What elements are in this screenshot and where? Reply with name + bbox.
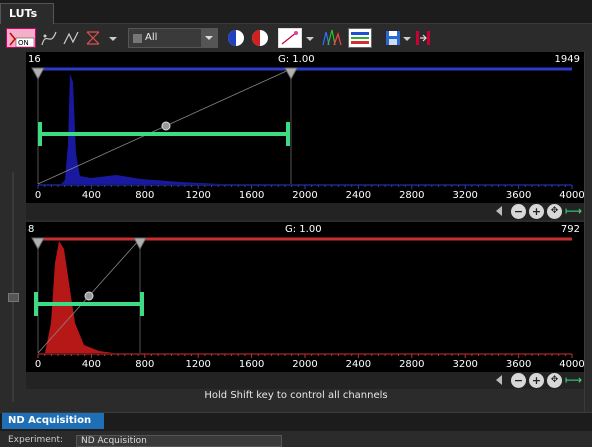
histogram-area — [45, 241, 114, 353]
linear-tool-button[interactable] — [62, 28, 80, 48]
max-handle-icon — [284, 67, 298, 81]
pan-icon[interactable]: ✥ — [547, 204, 562, 219]
reset-lut-icon — [86, 31, 100, 45]
tab-nd-acquisition[interactable]: ND Acquisition — [2, 413, 104, 429]
pan-icon[interactable]: ✥ — [547, 373, 562, 388]
x-tick-label: 800 — [135, 359, 154, 370]
zoom-out-icon[interactable]: − — [511, 204, 526, 219]
x-tick-label: 400 — [82, 359, 101, 370]
auto-scale-button[interactable] — [348, 28, 372, 48]
chevron-down-icon — [201, 29, 217, 47]
fit-width-icon[interactable]: ⟼ — [565, 373, 582, 388]
x-tick-label: 1200 — [185, 359, 210, 370]
splitter-track — [12, 172, 14, 402]
lut-on-toggle-button[interactable]: ON — [6, 28, 36, 48]
x-tick-label: 4000 — [559, 359, 584, 370]
nd-row: Experiment: ND Acquisition — [0, 431, 592, 447]
histogram-button[interactable] — [320, 28, 344, 48]
color-mode-button[interactable] — [226, 28, 246, 48]
fit-range-button[interactable] — [414, 28, 432, 48]
tab-luts[interactable]: LUTs — [0, 3, 54, 24]
splitter-handle[interactable] — [8, 293, 19, 302]
polyline-icon — [63, 31, 79, 45]
chevron-down-icon — [109, 37, 117, 41]
red-circle-icon — [252, 30, 268, 46]
toolbar: ON All — [0, 24, 592, 52]
reset-tool-button[interactable] — [84, 28, 102, 48]
lut-curve-dropdown[interactable] — [304, 28, 316, 48]
left-splitter — [0, 52, 25, 412]
gamma-label: G: 1.00 — [278, 54, 315, 65]
mono-mode-button[interactable] — [250, 28, 270, 48]
min-value-label: 16 — [28, 54, 41, 65]
lut-histogram-panel-2[interactable]: 0 400 800 1200 1600 2000 2400 2800 3200 3600 4000 … — [26, 222, 584, 372]
zoom-out-icon[interactable]: − — [511, 373, 526, 388]
gamma-knob — [84, 291, 94, 301]
histogram-icon — [322, 29, 342, 46]
x-tick-label: 3600 — [506, 359, 531, 370]
lut-curve-button[interactable] — [278, 28, 302, 48]
min-handle-icon — [31, 237, 45, 251]
x-tick-label: 2800 — [399, 359, 424, 370]
channel-select-value: All — [145, 32, 158, 43]
channel-select-icon — [133, 34, 142, 43]
save-lut-dropdown[interactable] — [402, 28, 412, 48]
tab-bar: LUTs — [0, 0, 592, 24]
x-tick-label: 3200 — [452, 190, 477, 201]
lut-on-icon: ON — [9, 32, 35, 48]
shift-hint: Hold Shift key to control all channels — [204, 390, 388, 401]
max-value-label: 792 — [560, 224, 580, 235]
x-tick-label: 400 — [82, 190, 101, 201]
x-tick-label: 0 — [35, 359, 41, 370]
fit-width-icon[interactable]: ⟼ — [565, 204, 582, 219]
auto-scale-icon — [351, 32, 369, 44]
x-tick-label: 3200 — [452, 359, 477, 370]
nd-acquisition-panel: ND Acquisition Experiment: ND Acquisitio… — [0, 412, 592, 447]
chevron-down-icon — [306, 37, 314, 41]
x-tick-label: 1200 — [185, 190, 210, 201]
fit-range-icon — [416, 31, 430, 45]
lut-histogram-panel-1[interactable]: 0 400 800 1200 1600 2000 2400 2800 3200 3600 4000 … — [26, 52, 584, 203]
right-scrollbar[interactable] — [584, 52, 592, 412]
zoom-in-icon[interactable]: + — [529, 373, 544, 388]
x-tick-label: 2000 — [292, 190, 317, 201]
x-tick-label: 3600 — [506, 190, 531, 201]
lut-curve-icon — [281, 31, 298, 45]
chevron-down-icon — [403, 37, 411, 41]
x-tick-label: 4000 — [559, 190, 584, 201]
x-tick-label: 0 — [35, 190, 41, 201]
min-value-label: 8 — [28, 224, 35, 235]
on-label: ON — [18, 39, 29, 47]
x-tick-label: 1600 — [239, 359, 264, 370]
scroll-left-icon[interactable] — [496, 206, 502, 216]
experiment-field[interactable]: ND Acquisition — [76, 435, 282, 447]
histogram-area — [61, 74, 221, 184]
scroll-left-icon[interactable] — [496, 375, 502, 385]
gamma-label: G: 1.00 — [285, 224, 322, 235]
gamma-knob — [161, 121, 171, 131]
x-tick-label: 1600 — [239, 190, 264, 201]
min-handle-icon — [31, 67, 45, 81]
color-circle-icon — [228, 30, 244, 46]
histogram-plot-1: 0 400 800 1200 1600 2000 2400 2800 3200 3600 4000 — [31, 67, 584, 201]
tool-options-dropdown[interactable] — [106, 28, 120, 48]
x-tick-label: 2400 — [346, 359, 371, 370]
curve-tool-button[interactable] — [40, 28, 58, 48]
max-value-label: 1949 — [554, 54, 580, 65]
x-tick-label: 800 — [135, 190, 154, 201]
x-tick-label: 2800 — [399, 190, 424, 201]
curve-icon — [41, 31, 57, 46]
x-tick-label: 2400 — [346, 190, 371, 201]
save-icon — [386, 31, 400, 45]
zoom-bar-2: − + ✥ ⟼ — [26, 372, 584, 389]
save-lut-button[interactable] — [384, 28, 402, 48]
zoom-in-icon[interactable]: + — [529, 204, 544, 219]
x-tick-label: 2000 — [292, 359, 317, 370]
histogram-plot-2: 0 400 800 1200 1600 2000 2400 2800 3200 3600 4000 — [31, 237, 584, 370]
channel-select[interactable]: All — [128, 28, 218, 48]
zoom-bar-1: − + ✥ ⟼ — [26, 203, 584, 220]
